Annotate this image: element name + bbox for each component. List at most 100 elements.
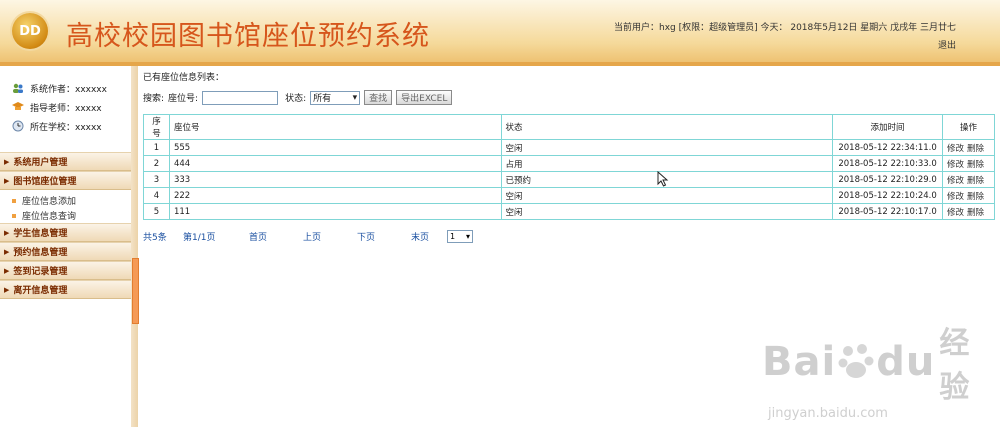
system-title: 高校校园图书馆座位预约系统 [66,21,430,52]
watermark-url: jingyan.baidu.com [768,406,888,421]
delete-link[interactable]: 删除 [967,192,984,202]
caret-right-icon: ▶ [4,285,10,294]
submenu-label: 座位信息添加 [22,197,77,207]
status-select[interactable]: 所有 ▾ [310,90,361,105]
clock-icon [12,120,24,132]
menu-signin-management[interactable]: ▶ 签到记录管理 [0,261,131,280]
submenu-label: 座位信息查询 [22,212,77,222]
export-excel-button[interactable]: 导出EXCEL [396,90,453,105]
cell-index: 1 [143,139,170,156]
caret-right-icon: ▶ [4,266,10,275]
watermark-brand: Bai [762,339,837,385]
submenu-add-seat[interactable]: 座位信息添加 [12,194,76,207]
top-banner: DD 高校校园图书馆座位预约系统 当前用户：hxg [权限：超级管理员] 今天：… [0,0,1000,66]
cell-actions: 修改 删除 [942,171,995,188]
cell-seat: 222 [168,187,502,204]
teacher-info: 指导老师：xxxxx [12,99,102,115]
col-header-time: 添加时间 [832,114,944,140]
status-select-value: 所有 [313,94,332,104]
school-label: 所在学校：xxxxx [30,122,102,133]
page-select-value: 1 [450,232,456,241]
col-header-index: 序号 [143,114,170,140]
users-icon [12,82,24,94]
sidebar: 系统作者：xxxxxx 指导老师：xxxxx 所在学校：xxxxx ▶ 系统用户… [0,66,132,427]
menu-system-users[interactable]: ▶ 系统用户管理 [0,152,131,171]
edit-link[interactable]: 修改 [947,192,964,202]
search-bar: 搜索: 座位号: 状态: 所有 ▾ 查找 导出EXCEL [143,90,453,105]
delete-link[interactable]: 删除 [967,144,984,154]
next-page-link[interactable]: 下页 [357,230,411,243]
edit-link[interactable]: 修改 [947,160,964,170]
watermark-brand-cn: 经验 [939,326,971,405]
author-label: 系统作者：xxxxxx [30,84,107,95]
cell-actions: 修改 删除 [942,139,995,156]
cell-status: 空闲 [500,139,834,156]
delete-link[interactable]: 删除 [967,176,984,186]
table-row: 1 555 空闲 2018-05-12 22:34:11.0 修改 删除 [143,139,995,156]
logout-link[interactable]: 退出 [938,38,956,51]
watermark-logo: Bai du 经验 [762,318,998,406]
menu-seat-management[interactable]: ▶ 图书馆座位管理 [0,171,131,190]
caret-right-icon: ▶ [4,176,10,185]
edit-link[interactable]: 修改 [947,176,964,186]
cell-time: 2018-05-12 22:10:17.0 [832,203,944,220]
page-select[interactable]: 1 ▾ [447,230,473,243]
bullet-icon [12,213,16,218]
menu-label: 系统用户管理 [13,158,68,168]
first-page-link[interactable]: 首页 [249,230,303,243]
cell-time: 2018-05-12 22:10:29.0 [832,171,944,188]
total-count: 共5条 [143,233,167,243]
baidu-watermark: Bai du 经验 jingyan.baidu.com [762,318,998,421]
sidebar-splitter[interactable] [131,66,138,427]
cell-status: 空闲 [500,203,834,220]
search-button[interactable]: 查找 [364,90,393,105]
bullet-icon [12,198,16,203]
cell-actions: 修改 删除 [942,203,995,220]
mouse-pointer-icon [657,170,669,191]
col-header-seat: 座位号 [168,114,502,140]
seat-number-label: 座位号: [168,94,199,104]
cell-time: 2018-05-12 22:10:24.0 [832,187,944,204]
author-info: 系统作者：xxxxxx [12,80,107,96]
seat-table: 序号 座位号 状态 添加时间 操作 1 555 空闲 2018-05-12 22… [143,114,995,220]
prev-page-link[interactable]: 上页 [303,230,357,243]
edit-link[interactable]: 修改 [947,208,964,218]
col-header-status: 状态 [500,114,834,140]
chevron-down-icon: ▾ [465,232,470,241]
delete-link[interactable]: 删除 [967,160,984,170]
table-header-row: 序号 座位号 状态 添加时间 操作 [143,114,995,140]
menu-reservation-management[interactable]: ▶ 预约信息管理 [0,242,131,261]
chevron-down-icon: ▾ [352,92,358,103]
menu-label: 图书馆座位管理 [13,177,77,187]
menu-label: 签到记录管理 [13,267,68,277]
cell-time: 2018-05-12 22:34:11.0 [832,139,944,156]
cell-index: 3 [143,171,170,188]
cell-seat: 555 [168,139,502,156]
seat-number-input[interactable] [202,90,279,105]
cell-status: 占用 [500,155,834,172]
collapse-sidebar-handle[interactable] [132,258,139,324]
table-row: 4 222 空闲 2018-05-12 22:10:24.0 修改 删除 [143,187,995,204]
search-label: 搜索: [143,94,165,104]
menu-student-management[interactable]: ▶ 学生信息管理 [0,223,131,242]
cell-seat: 444 [168,155,502,172]
pagination: 共5条 第1/1页 首页 上页 下页 末页 1 ▾ [143,230,473,243]
menu-leave-management[interactable]: ▶ 离开信息管理 [0,280,131,299]
cell-seat: 333 [168,171,502,188]
cell-index: 4 [143,187,170,204]
col-header-actions: 操作 [942,114,995,140]
caret-right-icon: ▶ [4,228,10,237]
menu-label: 预约信息管理 [13,248,68,258]
teacher-label: 指导老师：xxxxx [30,103,102,114]
cell-time: 2018-05-12 22:10:33.0 [832,155,944,172]
page-info: 第1/1页 [183,233,216,243]
submenu-query-seat[interactable]: 座位信息查询 [12,209,76,222]
current-user-info: 当前用户：hxg [权限：超级管理员] 今天： 2018年5月12日 星期六 戊… [614,23,957,33]
cell-index: 2 [143,155,170,172]
graduation-cap-icon [12,101,24,113]
watermark-brand-2: du [876,339,936,385]
last-page-link[interactable]: 末页 [411,230,447,243]
edit-link[interactable]: 修改 [947,144,964,154]
caret-right-icon: ▶ [4,157,10,166]
delete-link[interactable]: 删除 [967,208,984,218]
